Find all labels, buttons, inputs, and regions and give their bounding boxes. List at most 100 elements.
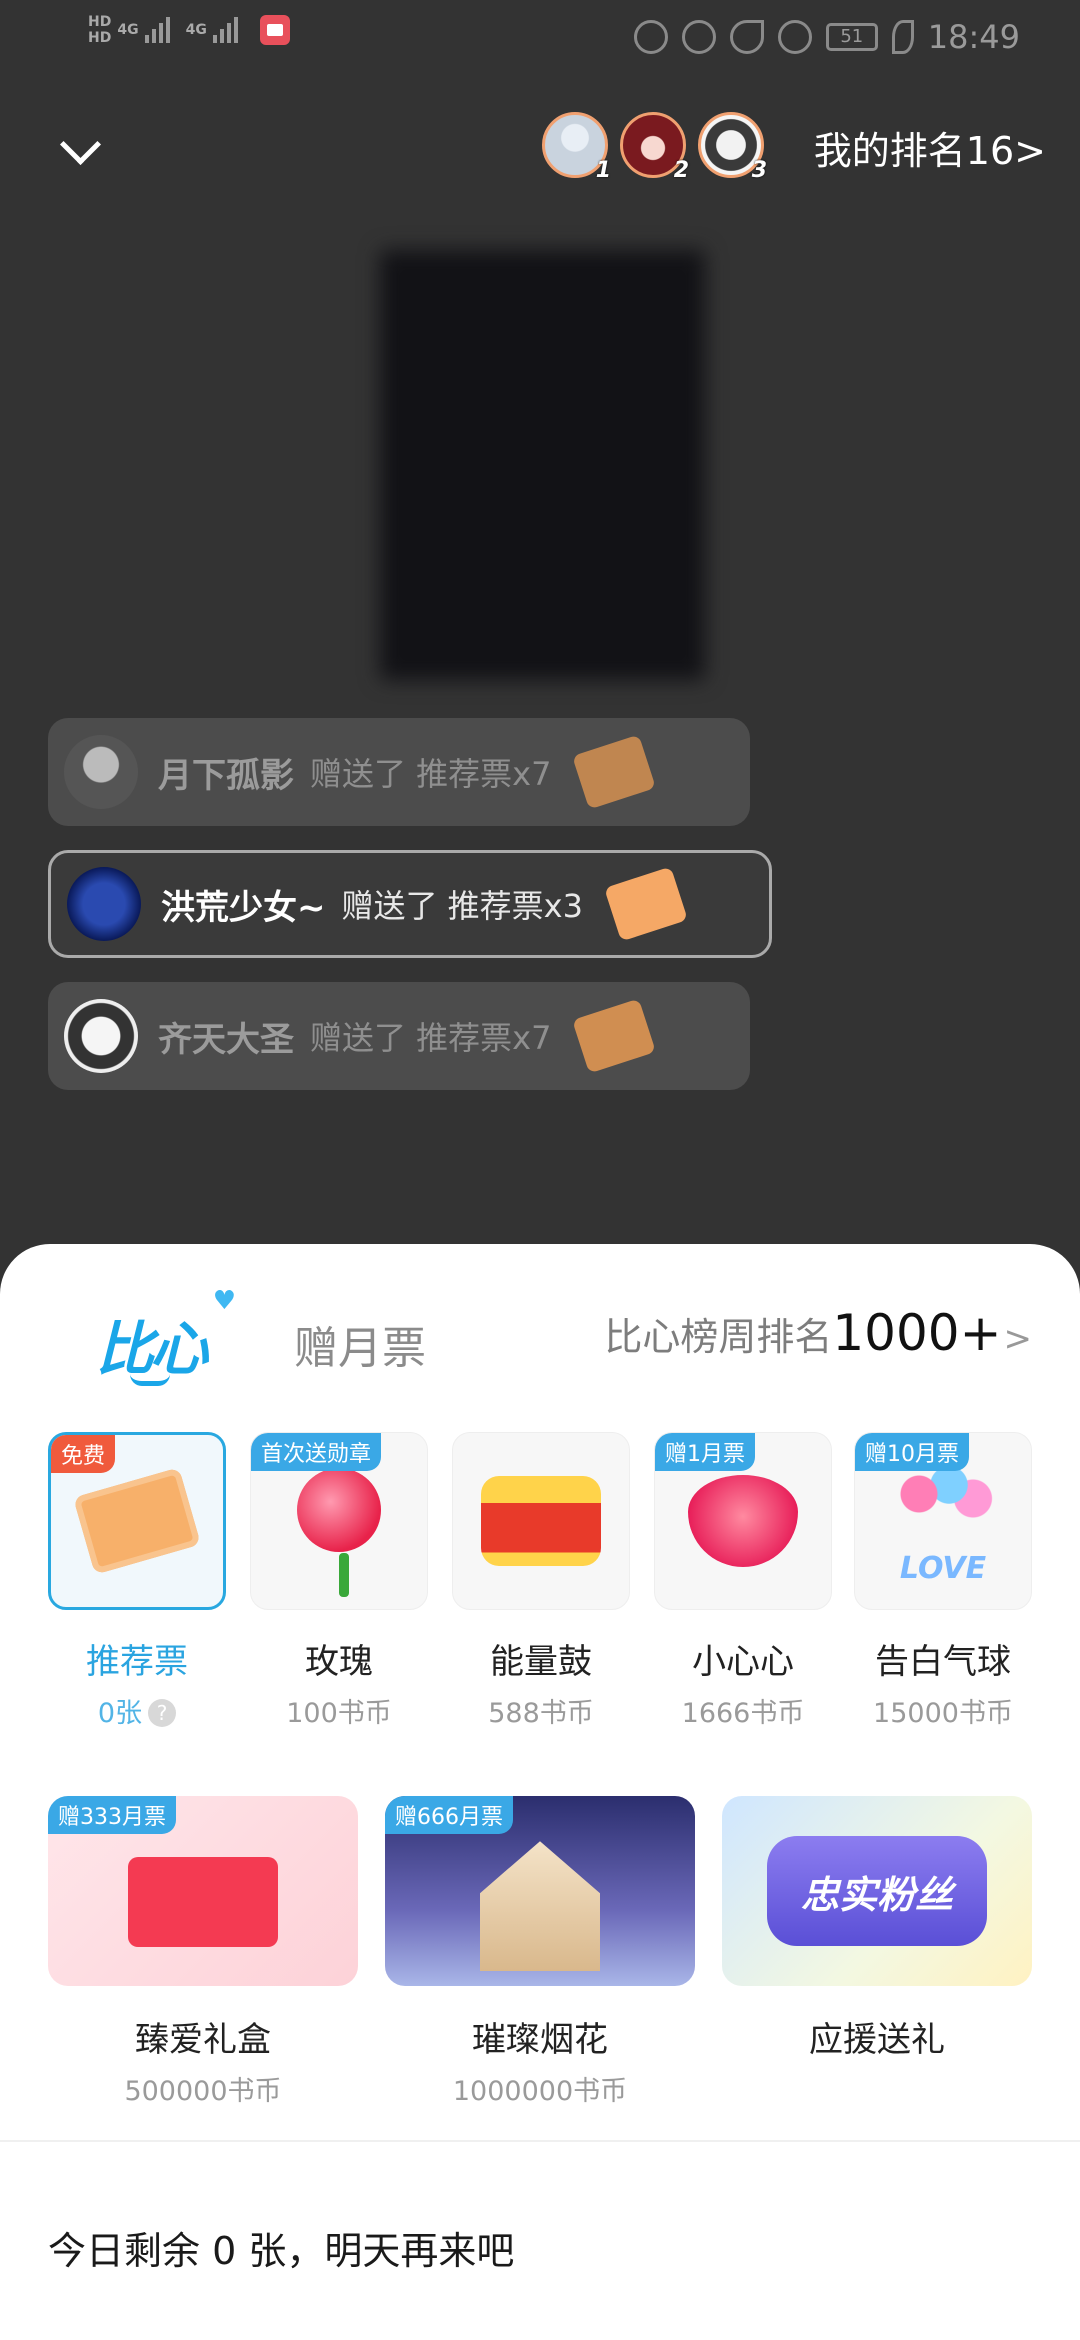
gift-price: 1666书币 (681, 1698, 805, 1729)
weekly-rank-value: 1000+ (832, 1304, 1002, 1362)
ticket-icon (73, 1467, 201, 1575)
rank-number: 2 (673, 158, 689, 183)
gift-name: 臻爱礼盒 (135, 2020, 271, 2060)
gift-box-icon (128, 1857, 278, 1948)
ticket-icon (572, 998, 657, 1074)
hd-badge: HD (88, 14, 112, 30)
heart-icon: ♥ (212, 1286, 236, 1316)
rank-number: 1 (595, 158, 611, 183)
eye-icon (633, 20, 668, 54)
status-right: 51 18:49 (633, 18, 1020, 56)
gift-little-heart[interactable]: 赠1月票 小心心 1666书币 (654, 1432, 832, 1730)
gift-tile[interactable]: 赠1月票 (654, 1432, 832, 1610)
gift-action: 赠送了 推荐票x7 (310, 1019, 552, 1057)
signal-icon (144, 17, 170, 43)
sender-name: 洪荒少女~ (161, 887, 326, 928)
gift-name: 应援送礼 (809, 2020, 945, 2060)
gift-name: 玫瑰 (305, 1642, 373, 1682)
rank-number: 3 (751, 158, 767, 183)
gift-tag: 赠333月票 (48, 1796, 176, 1834)
gift-tile[interactable]: 免费 (48, 1432, 226, 1610)
signal-icon (212, 17, 238, 43)
gift-fireworks[interactable]: 赠666月票 璀璨烟花 1000000书币 (385, 1796, 695, 2108)
gift-tile[interactable]: 首次送勋章 (250, 1432, 428, 1610)
moon-icon (729, 20, 764, 54)
gift-tile[interactable] (452, 1432, 630, 1610)
reader-app-icon (259, 15, 290, 45)
gift-energy-drum[interactable]: 能量鼓 588书币 (452, 1432, 630, 1730)
rank-avatar-2[interactable]: 2 (620, 112, 689, 183)
gift-name: 小心心 (692, 1642, 794, 1682)
gift-tile[interactable]: 赠333月票 (48, 1796, 358, 1986)
my-rank-link[interactable]: 我的排名16> (814, 120, 1046, 175)
gift-price: 588书币 (488, 1698, 594, 1729)
remaining-text: 今日剩余 0 张，明天再来吧 (48, 2229, 515, 2273)
help-icon[interactable]: ? (148, 1699, 177, 1727)
heart-icon (688, 1475, 798, 1567)
gift-tag: 赠10月票 (855, 1433, 969, 1471)
gift-tag: 首次送勋章 (251, 1433, 382, 1471)
rank-avatar-3[interactable]: 3 (698, 112, 767, 183)
weekly-rank-label: 比心榜周排名 (604, 1315, 833, 1359)
gift-name: 推荐票 (86, 1642, 188, 1682)
gift-tile[interactable]: LOVE 赠10月票 (854, 1432, 1032, 1610)
network-type: 4G (117, 22, 139, 38)
leaf-icon (891, 20, 914, 54)
avatar (64, 999, 138, 1073)
mute-bell-icon (777, 20, 812, 54)
hd-indicators: HD HD (88, 14, 111, 46)
gift-price: 1000000书币 (452, 2076, 628, 2107)
network-type: 4G (185, 22, 207, 38)
hd-badge: HD (88, 30, 112, 46)
weekly-rank-link[interactable]: 比心榜周排名 1000+ > (604, 1304, 1032, 1362)
gift-tile[interactable]: 忠实粉丝 (722, 1796, 1032, 1986)
rose-icon (297, 1468, 381, 1553)
gift-action: 赠送了 推荐票x7 (310, 755, 552, 793)
gift-price: 100书币 (286, 1698, 392, 1729)
status-bar: HD HD 4G 4G 51 18:49 (0, 0, 1080, 80)
tab-monthly-ticket[interactable]: 赠月票 (294, 1312, 426, 1376)
sender-name: 齐天大圣 (158, 1019, 294, 1060)
gift-tag: 赠666月票 (385, 1796, 513, 1834)
gift-name: 能量鼓 (490, 1642, 592, 1682)
sender-name: 月下孤影 (158, 755, 294, 796)
tab-label: 比心 (96, 1315, 208, 1383)
gift-confession-balloon[interactable]: LOVE 赠10月票 告白气球 15000书币 (854, 1432, 1032, 1730)
divider (0, 2140, 1080, 2142)
clock: 18:49 (927, 18, 1020, 56)
book-cover-blurred (380, 250, 705, 680)
gift-recommend-ticket[interactable]: 免费 推荐票 0张? (48, 1432, 226, 1730)
gift-name: 告白气球 (875, 1642, 1011, 1682)
rank-avatar-1[interactable]: 1 (542, 112, 611, 183)
ticket-icon (572, 734, 657, 810)
gift-action: 赠送了 推荐票x3 (341, 887, 583, 925)
ticket-count: 0张 (97, 1698, 143, 1729)
loyal-fan-badge: 忠实粉丝 (767, 1836, 987, 1946)
tab-bixin[interactable]: 比心 ♥ (96, 1286, 236, 1386)
alarm-icon (681, 20, 716, 54)
love-text: LOVE (899, 1551, 987, 1586)
chevron-down-icon[interactable] (56, 130, 108, 160)
gift-price: 0张? (48, 1691, 226, 1730)
drum-icon (481, 1476, 601, 1566)
gift-love-box[interactable]: 赠333月票 臻爱礼盒 500000书币 (48, 1796, 358, 2108)
balloon-icon (883, 1458, 1003, 1549)
gift-message: 齐天大圣 赠送了 推荐票x7 (48, 982, 750, 1090)
gift-message-highlighted: 洪荒少女~ 赠送了 推荐票x3 (48, 850, 772, 958)
avatar (67, 867, 141, 941)
avatar (64, 735, 138, 809)
status-left: HD HD 4G 4G (88, 14, 290, 46)
chevron-right-icon: > (1003, 1319, 1033, 1359)
gift-price: 500000书币 (124, 2076, 282, 2107)
gift-name: 璀璨烟花 (472, 2020, 608, 2060)
gift-support[interactable]: 忠实粉丝 应援送礼 (722, 1796, 1032, 2061)
gift-tile[interactable]: 赠666月票 (385, 1796, 695, 1986)
smile-decoration (130, 1374, 170, 1386)
ticket-icon (604, 866, 688, 942)
gift-tag: 免费 (51, 1435, 116, 1473)
rose-stem (339, 1553, 349, 1597)
castle-icon (480, 1841, 600, 1972)
gift-rose[interactable]: 首次送勋章 玫瑰 100书币 (250, 1432, 428, 1730)
top-rank-avatars[interactable]: 1 2 3 (542, 112, 767, 183)
gift-sheet: 比心 ♥ 赠月票 比心榜周排名 1000+ > 免费 推荐票 0张? 首次送勋章… (0, 1244, 1080, 2340)
